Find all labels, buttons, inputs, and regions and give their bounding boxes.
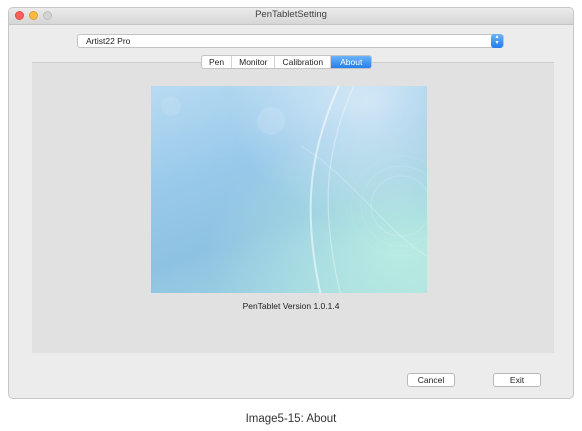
splash-decoration	[161, 86, 427, 293]
device-select-value: Artist22 Pro	[86, 36, 131, 46]
version-label: PenTablet Version 1.0.1.4	[242, 301, 340, 311]
tab-bar: Pen Monitor Calibration About	[201, 55, 373, 69]
exit-button[interactable]: Exit	[493, 373, 541, 387]
figure-caption: Image5-15: About	[245, 413, 337, 425]
about-splash-image	[151, 86, 427, 293]
title-bar[interactable]: PenTabletSetting	[9, 8, 573, 25]
chevron-up-down-icon[interactable]: ▴ ▾	[491, 34, 503, 48]
tab-about[interactable]: About	[331, 56, 372, 68]
cancel-button[interactable]: Cancel	[407, 373, 455, 387]
app-window: PenTabletSetting Artist22 Pro ▴ ▾ Pen Mon…	[8, 7, 574, 399]
tab-monitor[interactable]: Monitor	[232, 56, 276, 68]
device-select[interactable]: Artist22 Pro ▴ ▾	[77, 34, 504, 48]
tab-pen[interactable]: Pen	[202, 56, 233, 68]
tab-calibration[interactable]: Calibration	[275, 56, 332, 68]
window-title: PenTabletSetting	[255, 9, 327, 20]
